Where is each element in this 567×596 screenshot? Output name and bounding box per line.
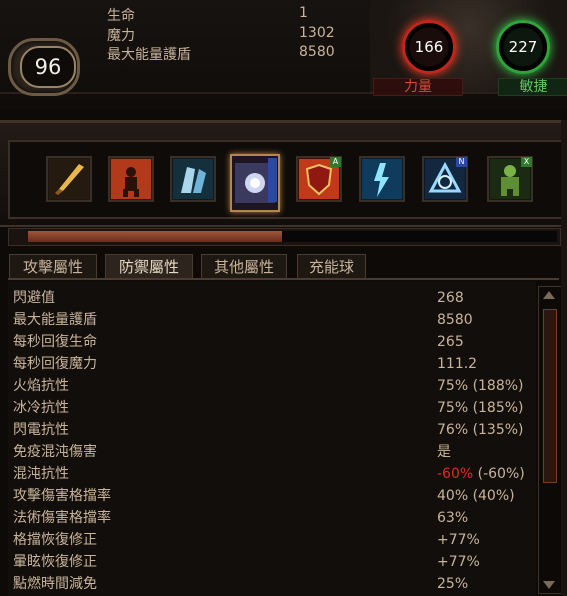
stat-name: 每秒回復生命 — [13, 334, 97, 350]
scrollbar-thumb[interactable] — [543, 309, 557, 483]
stat-row: 格擋恢復修正 +77% — [8, 529, 536, 551]
gem-tag-A: A — [330, 157, 341, 167]
energy-shield-label: 最大能量護盾 — [107, 47, 191, 63]
skill-slot-3[interactable] — [170, 156, 216, 202]
gem-tag-X: X — [521, 157, 532, 167]
panel-right-border — [561, 120, 567, 596]
stat-name: 攻擊傷害格擋率 — [13, 488, 111, 504]
stat-value: 75% (188%) — [437, 378, 524, 394]
stat-row: 攻擊傷害格擋率 40% (40%) — [8, 485, 536, 507]
stat-name: 法術傷害格擋率 — [13, 510, 111, 526]
tab-charges[interactable]: 充能球 — [297, 254, 366, 278]
life-value: 1 — [299, 5, 308, 21]
experience-bar-empty — [282, 231, 557, 242]
tab-divider — [8, 278, 559, 280]
stat-name: 火焰抗性 — [13, 378, 69, 394]
tab-misc[interactable]: 其他屬性 — [201, 254, 287, 278]
stat-row: 閃電抗性 76% (135%) — [8, 419, 536, 441]
stat-value: 75% (185%) — [437, 400, 524, 416]
stat-value: 25% — [437, 576, 469, 592]
stat-row: 點燃時間減免 25% — [8, 573, 536, 595]
stat-name: 最大能量護盾 — [13, 312, 97, 328]
stat-row: 閃避值 268 — [8, 287, 536, 309]
stat-row: 法術傷害格擋率 63% — [8, 507, 536, 529]
stat-row: 每秒回復魔力 111.2 — [8, 353, 536, 375]
stat-value: 63% — [437, 510, 469, 526]
stat-value: +77% — [437, 532, 480, 548]
character-level: 96 — [20, 46, 76, 88]
energy-shield-value: 8580 — [299, 44, 335, 60]
lightning-figure-skill-icon — [362, 159, 402, 199]
stat-name: 閃避值 — [13, 290, 55, 306]
skill-slot-7[interactable]: N — [422, 156, 468, 202]
stat-value: 40% (40%) — [437, 488, 515, 504]
tab-offense[interactable]: 攻擊屬性 — [9, 254, 97, 278]
skill-slot-1[interactable] — [46, 156, 92, 202]
stat-name: 每秒回復魔力 — [13, 356, 97, 372]
stat-value: 76% (135%) — [437, 422, 524, 438]
skill-slot-4-selected[interactable] — [230, 154, 280, 212]
experience-bar-fill — [28, 231, 282, 242]
defense-stats-list: 閃避值 268 最大能量護盾 8580 每秒回復生命 265 每秒回復魔力 111.2 … — [8, 282, 536, 596]
stat-name: 免疫混沌傷害 — [13, 444, 97, 460]
fire-warrior-skill-icon — [111, 159, 151, 199]
stat-value: +77% — [437, 554, 480, 570]
sword-skill-icon — [49, 159, 89, 199]
stat-value: 111.2 — [437, 356, 478, 372]
stat-row: 混沌抗性 -60% (-60%) — [8, 463, 536, 485]
stat-name: 閃電抗性 — [13, 422, 69, 438]
stat-value: 265 — [437, 334, 464, 350]
stat-row: 火焰抗性 75% (188%) — [8, 375, 536, 397]
stat-value: 268 — [437, 290, 464, 306]
stat-name: 格擋恢復修正 — [13, 532, 97, 548]
scroll-up-arrow-icon[interactable] — [542, 290, 556, 300]
life-label: 生命 — [107, 8, 135, 24]
skill-slot-2[interactable] — [108, 156, 154, 202]
stat-row: 暈眩恢復修正 +77% — [8, 551, 536, 573]
tab-defense[interactable]: 防禦屬性 — [105, 254, 193, 278]
stat-row: 每秒回復生命 265 — [8, 331, 536, 353]
dexterity-label: 敏捷 — [498, 78, 567, 96]
support-sockets — [268, 158, 277, 202]
stat-name: 暈眩恢復修正 — [13, 554, 97, 570]
stat-value: 是 — [437, 444, 451, 460]
stat-row: 免疫混沌傷害 是 — [8, 441, 536, 463]
skill-slot-8[interactable]: X — [487, 156, 533, 202]
mana-label: 魔力 — [107, 28, 135, 44]
dexterity-orb: 227 — [496, 20, 550, 74]
stat-name: 點燃時間減免 — [13, 576, 97, 592]
mana-value: 1302 — [299, 25, 335, 41]
gem-tag-N: N — [456, 157, 467, 167]
stat-name: 冰冷抗性 — [13, 400, 69, 416]
stat-value: 8580 — [437, 312, 473, 328]
skill-slot-6[interactable] — [359, 156, 405, 202]
stat-value-max: (-60%) — [473, 466, 525, 482]
strength-label: 力量 — [373, 78, 463, 96]
stat-value-negative: -60% — [437, 466, 474, 482]
stat-row: 冰冷抗性 75% (185%) — [8, 397, 536, 419]
ice-figure-skill-icon — [173, 159, 213, 199]
stat-name: 混沌抗性 — [13, 466, 69, 482]
skill-slot-5[interactable]: A — [296, 156, 342, 202]
stat-value: -60% (-60%) — [437, 463, 525, 485]
strength-orb: 166 — [402, 20, 456, 74]
scroll-down-arrow-icon[interactable] — [542, 580, 556, 590]
stat-row: 最大能量護盾 8580 — [8, 309, 536, 331]
